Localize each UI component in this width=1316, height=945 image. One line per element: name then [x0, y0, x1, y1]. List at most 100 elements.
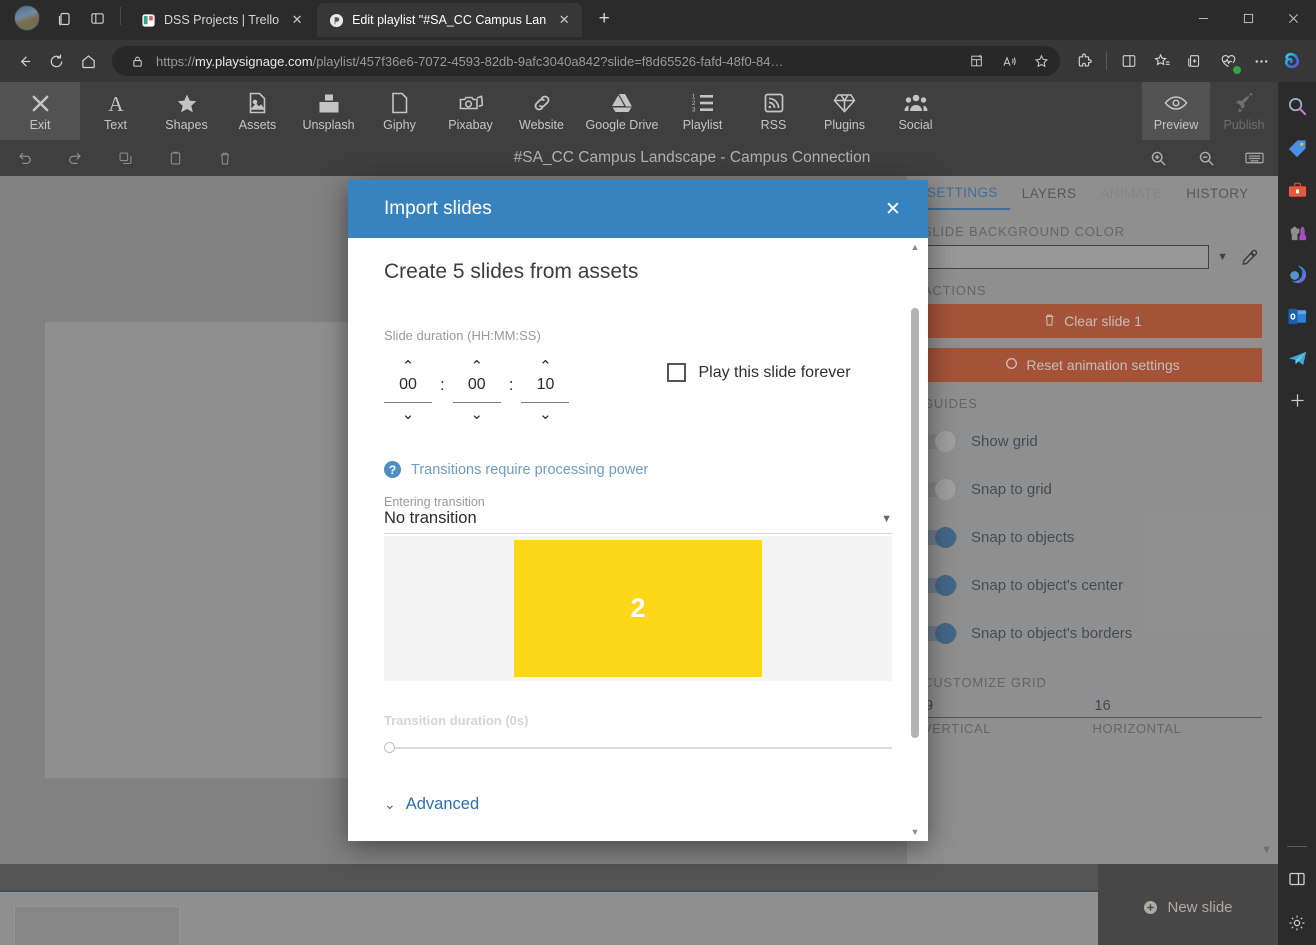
reset-animation-button[interactable]: Reset animation settings [923, 348, 1262, 382]
games-icon[interactable] [1283, 218, 1311, 246]
toggle-snap-to-grid[interactable] [923, 478, 957, 500]
browser-tab-0-close-icon[interactable]: ✕ [287, 10, 307, 30]
redo-icon[interactable] [50, 140, 100, 176]
scrollbar-up-icon[interactable]: ▲ [909, 240, 921, 254]
browser-tab-1-close-icon[interactable]: ✕ [554, 10, 574, 30]
window-minimize-button[interactable] [1181, 0, 1226, 36]
browser-tab-1[interactable]: Edit playlist "#SA_CC Campus Lan ✕ [317, 3, 583, 37]
tab-history[interactable]: HISTORY [1174, 176, 1260, 210]
toolbar-item-pixabay[interactable]: Pixabay [435, 82, 506, 140]
undo-icon[interactable] [0, 140, 50, 176]
advanced-toggle[interactable]: ⌄ Advanced [384, 795, 892, 814]
toolbar-item-social[interactable]: Social [880, 82, 951, 140]
panel-scroll-down-icon[interactable]: ▼ [1261, 844, 1272, 856]
toolbar-item-plugins[interactable]: Plugins [809, 82, 880, 140]
toolbar-item-unsplash[interactable]: Unsplash [293, 82, 364, 140]
tab-collections-icon[interactable] [50, 4, 80, 34]
toolbar-item-exit[interactable]: Exit [0, 82, 80, 140]
profile-avatar[interactable] [14, 5, 40, 31]
toolbar-item-preview[interactable]: Preview [1142, 82, 1210, 140]
shopping-tag-icon[interactable] [1283, 134, 1311, 162]
home-icon[interactable] [72, 45, 104, 77]
slider-handle[interactable] [384, 742, 395, 753]
microsoft365-icon[interactable] [1283, 260, 1311, 288]
toolbar-item-shapes[interactable]: Shapes [151, 82, 222, 140]
hours-increment-icon[interactable]: ⌃ [402, 355, 415, 377]
toolbar-item-assets[interactable]: Assets [222, 82, 293, 140]
split-pane-icon[interactable] [1283, 865, 1311, 893]
outlook-icon[interactable] [1283, 302, 1311, 330]
tab-settings[interactable]: SETTINGS [915, 176, 1010, 210]
tools-icon[interactable] [1283, 176, 1311, 204]
toolbar-item-giphy[interactable]: Giphy [364, 82, 435, 140]
duration-minutes-input[interactable]: 00 [452, 377, 501, 403]
clear-slide-button[interactable]: Clear slide 1 [923, 304, 1262, 338]
toggle-snap-to-object-borders[interactable] [923, 622, 957, 644]
toggle-show-grid[interactable] [923, 430, 957, 452]
scrollbar-down-icon[interactable]: ▼ [909, 825, 921, 839]
seconds-increment-icon[interactable]: ⌃ [539, 355, 552, 377]
read-aloud-icon[interactable] [996, 48, 1022, 74]
entering-transition-select[interactable]: No transition ▼ [384, 509, 892, 534]
slide-thumbnail[interactable] [15, 907, 179, 945]
guide-row-snap-to-borders[interactable]: Snap to object's borders [923, 609, 1262, 657]
tab-layers[interactable]: LAYERS [1010, 176, 1089, 210]
duration-seconds-input[interactable]: 10 [521, 377, 570, 403]
browser-essentials-icon[interactable] [1113, 45, 1145, 77]
help-question-icon[interactable]: ? [384, 461, 401, 478]
favorites-icon[interactable] [1146, 45, 1178, 77]
keyboard-icon[interactable] [1230, 140, 1278, 176]
trash-icon[interactable] [200, 140, 250, 176]
address-bar[interactable]: https://my.playsignage.com/playlist/457f… [112, 46, 1060, 76]
toolbar-item-text[interactable]: A Text [80, 82, 151, 140]
clone-slide-button[interactable]: Clone slide [1098, 932, 1278, 945]
settings-more-icon[interactable] [1245, 45, 1277, 77]
grid-horizontal-input[interactable]: 16 [1093, 696, 1263, 717]
hours-decrement-icon[interactable]: ⌄ [402, 403, 415, 425]
duration-minutes-stepper[interactable]: ⌃ 00 ⌄ [452, 355, 501, 425]
add-icon[interactable] [1283, 386, 1311, 414]
window-maximize-button[interactable] [1226, 0, 1271, 36]
duration-hours-stepper[interactable]: ⌃ 00 ⌄ [384, 355, 432, 425]
scrollbar-thumb[interactable] [911, 308, 919, 738]
guide-row-show-grid[interactable]: Show grid [923, 417, 1262, 465]
split-screen-omni-icon[interactable] [964, 48, 990, 74]
new-tab-button[interactable]: + [590, 5, 618, 33]
refresh-icon[interactable] [40, 45, 72, 77]
split-screen-icon[interactable] [82, 4, 112, 34]
copilot-icon[interactable] [1278, 46, 1308, 76]
slider-track[interactable] [395, 746, 892, 749]
settings-gear-icon[interactable] [1283, 909, 1311, 937]
favorite-star-icon[interactable] [1028, 48, 1054, 74]
guide-row-snap-to-center[interactable]: Snap to object's center [923, 561, 1262, 609]
close-icon[interactable]: ✕ [880, 196, 906, 222]
modal-scrollbar[interactable]: ▲ ▼ [908, 238, 922, 841]
copy-icon[interactable] [100, 140, 150, 176]
transition-duration-slider[interactable] [384, 742, 892, 753]
play-forever-row[interactable]: Play this slide forever [667, 363, 851, 382]
grid-vertical-input[interactable]: 9 [923, 696, 1093, 717]
seconds-decrement-icon[interactable]: ⌄ [539, 403, 552, 425]
zoom-in-icon[interactable] [1134, 140, 1182, 176]
telegram-icon[interactable] [1283, 344, 1311, 372]
paste-icon[interactable] [150, 140, 200, 176]
chevron-down-icon[interactable]: ▼ [1217, 251, 1228, 263]
toolbar-item-website[interactable]: Website [506, 82, 577, 140]
browser-tab-0[interactable]: DSS Projects | Trello ✕ [129, 3, 315, 37]
new-slide-button[interactable]: New slide [1098, 882, 1278, 932]
toolbar-item-playlist[interactable]: 123 Playlist [667, 82, 738, 140]
toolbar-item-publish[interactable]: Publish [1210, 82, 1278, 140]
toggle-snap-to-objects[interactable] [923, 526, 957, 548]
back-icon[interactable] [8, 45, 40, 77]
guide-row-snap-to-objects[interactable]: Snap to objects [923, 513, 1262, 561]
toggle-snap-to-object-center[interactable] [923, 574, 957, 596]
chevron-down-icon[interactable]: ▼ [881, 513, 892, 525]
extensions-icon[interactable] [1068, 45, 1100, 77]
slide-card-1[interactable]: Slide 1 00:00:10 [14, 906, 180, 945]
window-close-button[interactable] [1271, 0, 1316, 36]
minutes-increment-icon[interactable]: ⌃ [470, 355, 483, 377]
toolbar-item-rss[interactable]: RSS [738, 82, 809, 140]
background-color-input[interactable] [923, 245, 1210, 269]
search-icon[interactable] [1283, 92, 1311, 120]
performance-icon[interactable] [1212, 45, 1244, 77]
